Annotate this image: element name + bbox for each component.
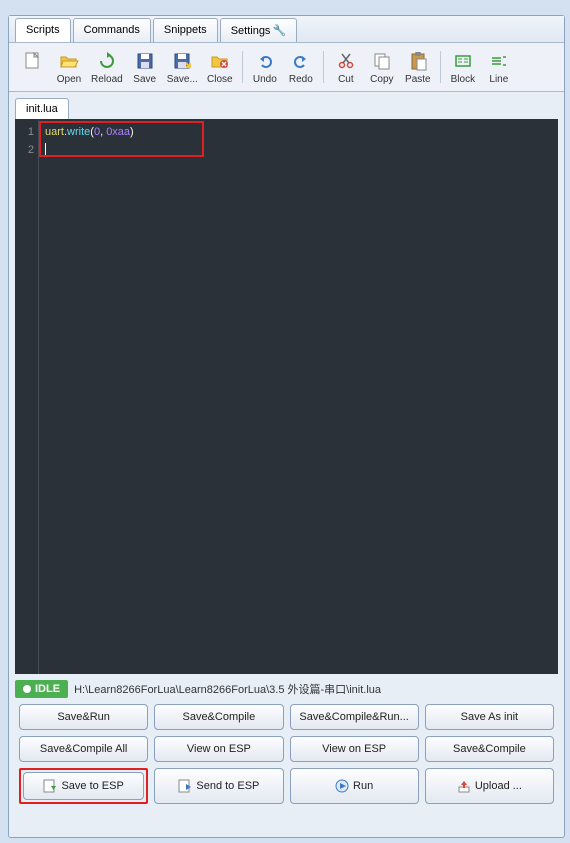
file-path: H:\Learn8266ForLua\Learn8266ForLua\3.5 外… (74, 681, 381, 697)
highlight-annotation-save: Save to ESP (19, 768, 148, 804)
tab-scripts[interactable]: Scripts (15, 18, 71, 42)
redo-icon (289, 49, 313, 73)
new-file-icon (21, 49, 45, 73)
save-run-button[interactable]: Save&Run (19, 704, 148, 730)
redo-button[interactable]: Redo (283, 47, 319, 87)
save-compile-button-2[interactable]: Save&Compile (425, 736, 554, 762)
view-on-esp-button-2[interactable]: View on ESP (290, 736, 419, 762)
line-label: Line (489, 74, 508, 85)
run-button[interactable]: Run (290, 768, 419, 804)
status-bar: IDLE H:\Learn8266ForLua\Learn8266ForLua\… (15, 680, 558, 698)
view-on-esp-button-1[interactable]: View on ESP (154, 736, 283, 762)
saveas-icon (170, 49, 194, 73)
undo-icon (253, 49, 277, 73)
block-comment-icon (451, 49, 475, 73)
saveas-label: Save... (167, 74, 198, 85)
reload-label: Reload (91, 74, 123, 85)
cut-label: Cut (338, 74, 354, 85)
redo-label: Redo (289, 74, 313, 85)
close-icon (208, 49, 232, 73)
tab-snippets[interactable]: Snippets (153, 18, 218, 42)
paste-icon (406, 49, 430, 73)
save-to-esp-label: Save to ESP (61, 780, 123, 792)
upload-button[interactable]: Upload ... (425, 768, 554, 804)
cut-button[interactable]: Cut (328, 47, 364, 87)
copy-button[interactable]: Copy (364, 47, 400, 87)
file-tab-strip: init.lua (9, 96, 564, 119)
run-label: Run (353, 780, 373, 792)
tab-settings[interactable]: Settings🔧 (220, 18, 297, 42)
new-file-button[interactable] (15, 47, 51, 87)
file-tab-init[interactable]: init.lua (15, 98, 69, 119)
idle-badge: IDLE (15, 680, 68, 698)
copy-icon (370, 49, 394, 73)
undo-label: Undo (253, 74, 277, 85)
save-to-esp-icon (43, 779, 57, 793)
reload-button[interactable]: Reload (87, 47, 127, 87)
close-button[interactable]: Close (202, 47, 238, 87)
saveas-button[interactable]: Save... (163, 47, 202, 87)
folder-open-icon (57, 49, 81, 73)
send-to-esp-label: Send to ESP (196, 780, 259, 792)
block-label: Block (451, 74, 475, 85)
code-editor[interactable]: 1 2 uart.write(0, 0xaa) (15, 119, 558, 674)
wrench-icon: 🔧 (272, 24, 286, 37)
run-icon (335, 779, 349, 793)
idle-label: IDLE (35, 683, 60, 695)
tab-settings-label: Settings (231, 25, 271, 37)
status-dot-icon (23, 685, 31, 693)
action-buttons: Save&Run Save&Compile Save&Compile&Run..… (9, 704, 564, 814)
upload-icon (457, 779, 471, 793)
send-to-esp-icon (178, 779, 192, 793)
cut-icon (334, 49, 358, 73)
save-to-esp-button[interactable]: Save to ESP (23, 772, 144, 800)
copy-label: Copy (370, 74, 393, 85)
open-label: Open (57, 74, 81, 85)
send-to-esp-button[interactable]: Send to ESP (154, 768, 283, 804)
open-button[interactable]: Open (51, 47, 87, 87)
line-comment-icon (487, 49, 511, 73)
code-content[interactable]: uart.write(0, 0xaa) (39, 119, 558, 674)
toolbar: Open Reload Save Save... Close (9, 43, 564, 92)
save-compile-button[interactable]: Save&Compile (154, 704, 283, 730)
reload-icon (95, 49, 119, 73)
upload-label: Upload ... (475, 780, 522, 792)
save-button[interactable]: Save (127, 47, 163, 87)
save-as-init-button[interactable]: Save As init (425, 704, 554, 730)
save-label: Save (133, 74, 156, 85)
undo-button[interactable]: Undo (247, 47, 283, 87)
save-compile-all-button[interactable]: Save&Compile All (19, 736, 148, 762)
paste-button[interactable]: Paste (400, 47, 436, 87)
close-label: Close (207, 74, 233, 85)
save-compile-run-button[interactable]: Save&Compile&Run... (290, 704, 419, 730)
tab-commands[interactable]: Commands (73, 18, 151, 42)
top-tab-strip: Scripts Commands Snippets Settings🔧 (9, 16, 564, 43)
save-icon (133, 49, 157, 73)
paste-label: Paste (405, 74, 431, 85)
line-gutter: 1 2 (15, 119, 39, 674)
line-button[interactable]: Line (481, 47, 517, 87)
block-button[interactable]: Block (445, 47, 481, 87)
